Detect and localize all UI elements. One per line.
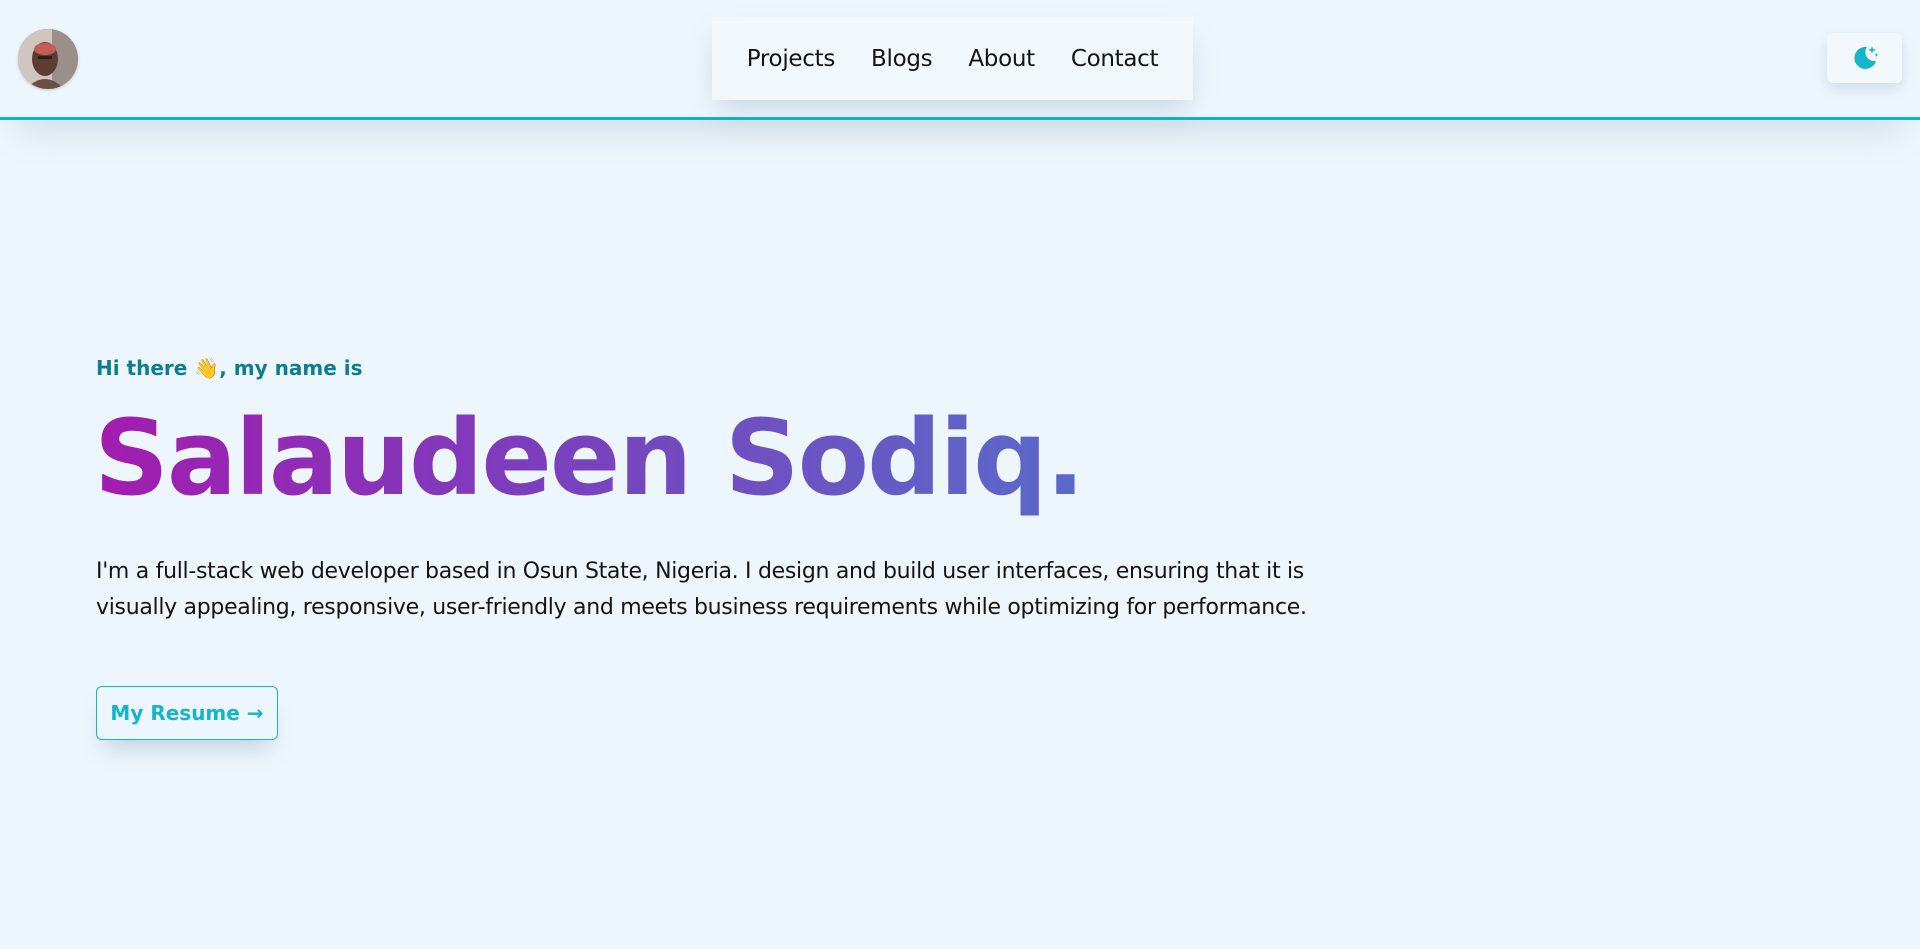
nav-item-about[interactable]: About xyxy=(968,46,1035,72)
resume-button[interactable]: My Resume → xyxy=(96,686,278,740)
hero-greeting: Hi there 👋, my name is xyxy=(96,356,363,380)
nav-item-blogs[interactable]: Blogs xyxy=(871,46,933,72)
avatar[interactable] xyxy=(18,29,78,89)
hero-description: I'm a full-stack web developer based in … xyxy=(96,559,1307,620)
nav-item-projects[interactable]: Projects xyxy=(747,46,836,72)
site-header: Projects Blogs About Contact xyxy=(0,0,1920,120)
hero-name: Salaudeen Sodiq. xyxy=(94,392,1085,524)
profile-photo-icon xyxy=(18,29,78,89)
moon-stars-icon xyxy=(1853,46,1878,69)
main-nav: Projects Blogs About Contact xyxy=(712,17,1193,100)
page: Projects Blogs About Contact Hi there 👋,… xyxy=(0,0,1920,949)
nav-item-contact[interactable]: Contact xyxy=(1071,46,1159,72)
theme-toggle-button[interactable] xyxy=(1827,33,1902,83)
